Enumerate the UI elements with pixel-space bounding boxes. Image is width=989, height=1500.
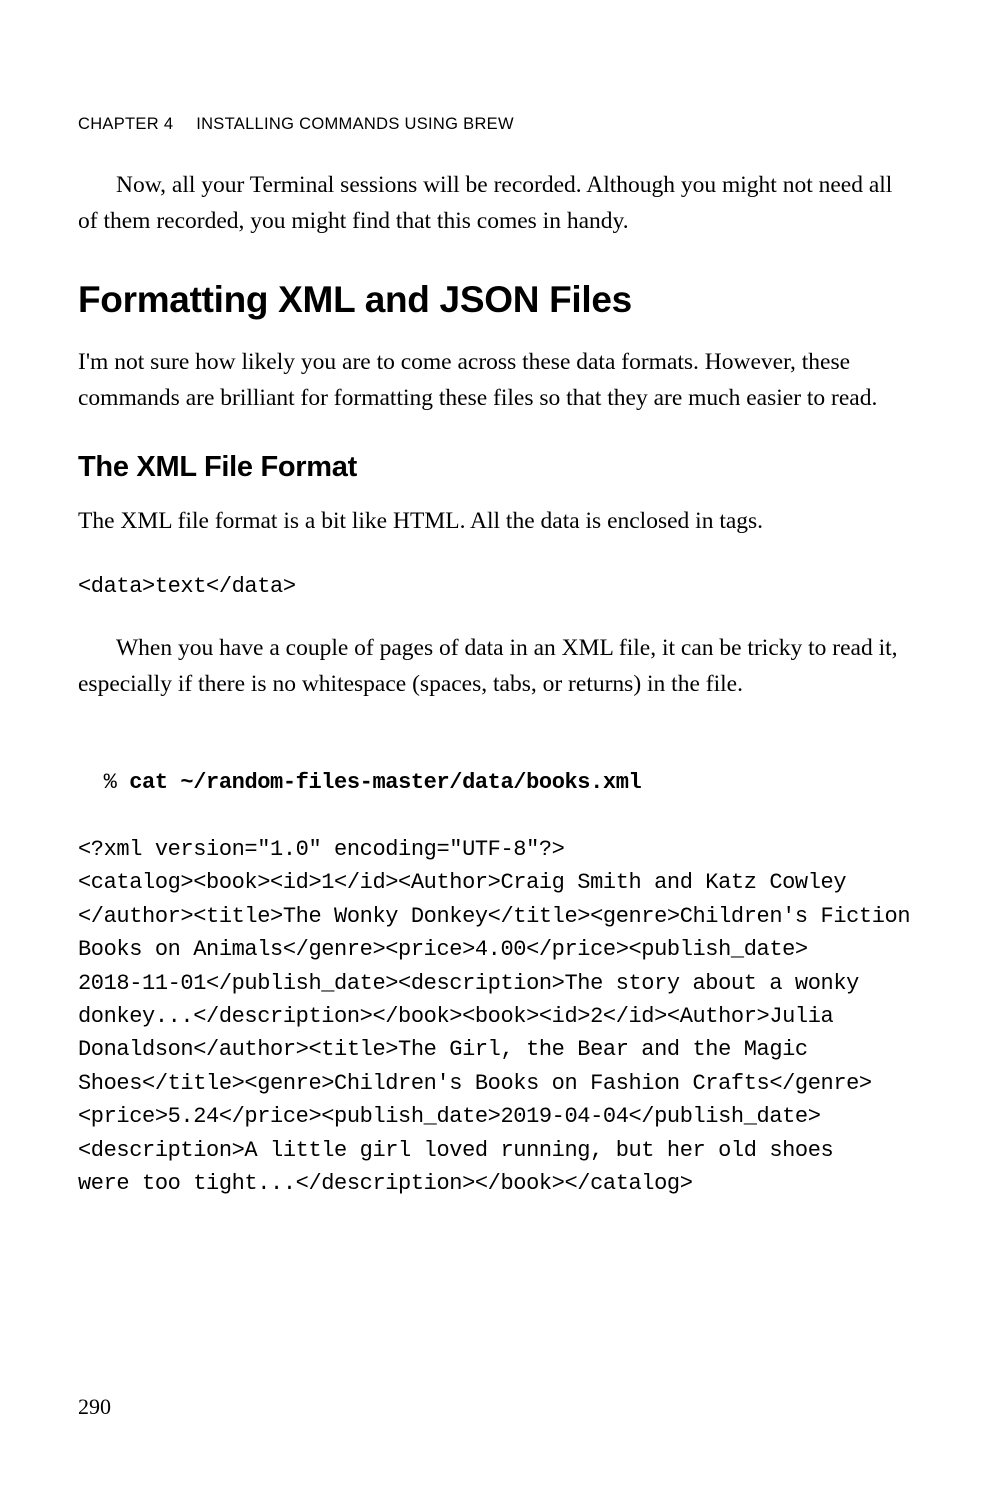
running-header: CHAPTER 4 INSTALLING COMMANDS USING BREW <box>78 115 911 134</box>
xml-intro-paragraph: The XML file format is a bit like HTML. … <box>78 504 911 540</box>
shell-code-block: % cat ~/random-files-master/data/books.x… <box>78 732 911 1234</box>
intro-paragraph: Now, all your Terminal sessions will be … <box>78 168 911 239</box>
subsection-heading-xml-format: The XML File Format <box>78 451 911 484</box>
xml-whitespace-paragraph: When you have a couple of pages of data … <box>78 631 911 702</box>
shell-command: cat ~/random-files-master/data/books.xml <box>129 770 641 795</box>
xml-inline-example: <data>text</data> <box>78 570 911 603</box>
page-number: 290 <box>78 1394 111 1420</box>
shell-prompt: % <box>104 770 130 795</box>
section-heading-formatting: Formatting XML and JSON Files <box>78 279 911 321</box>
shell-output: <?xml version="1.0" encoding="UTF-8"?> <… <box>78 833 911 1201</box>
chapter-title: INSTALLING COMMANDS USING BREW <box>196 115 514 133</box>
section-intro-paragraph: I'm not sure how likely you are to come … <box>78 345 911 416</box>
chapter-label: CHAPTER 4 <box>78 115 173 133</box>
